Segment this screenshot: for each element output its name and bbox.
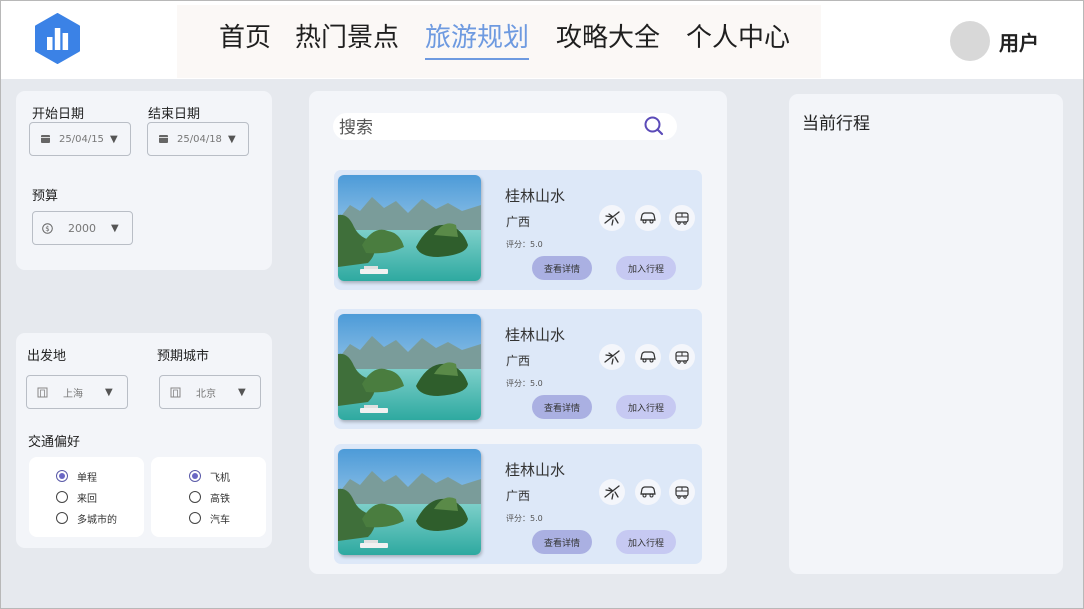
end-date-value: 25/04/18 (177, 133, 222, 145)
start-date-label: 开始日期 (32, 107, 85, 122)
caret-down-icon: ▼ (110, 133, 118, 145)
calendar-icon (159, 123, 168, 155)
add-to-itinerary-button[interactable]: 加入行程 (616, 530, 676, 554)
origin-select[interactable]: 上海 ▼ (26, 375, 128, 409)
attraction-title: 桂林山水 (505, 326, 566, 344)
search-bar (333, 113, 677, 142)
trip-type-multi-city[interactable]: 多城市的 (56, 510, 117, 526)
search-icon[interactable] (643, 115, 665, 141)
trip-type-label: 多城市的 (77, 514, 117, 526)
result-card[interactable]: 桂林山水 广西 评分：5.0 查看详情 加入行程 (334, 444, 702, 564)
result-card[interactable]: 桂林山水 广西 评分：5.0 查看详情 加入行程 (334, 309, 702, 429)
car-icon[interactable] (635, 479, 661, 505)
trip-type-group: 单程 来回 多城市的 (29, 457, 144, 537)
avatar[interactable] (950, 21, 990, 61)
mode-high-speed-rail[interactable]: 高铁 (189, 489, 230, 505)
car-icon[interactable] (635, 344, 661, 370)
result-card[interactable]: 桂林山水 广西 评分：5.0 查看详情 加入行程 (334, 170, 702, 290)
mode-plane[interactable]: 飞机 (189, 468, 230, 484)
svg-text:$: $ (45, 225, 49, 233)
mode-label: 汽车 (210, 514, 230, 526)
origin-label: 出发地 (27, 349, 67, 364)
trip-type-label: 单程 (77, 472, 97, 484)
car-icon[interactable] (635, 205, 661, 231)
radio-bus[interactable] (189, 512, 201, 524)
radio-one-way[interactable] (56, 470, 68, 482)
destination-label: 预期城市 (157, 349, 210, 364)
end-date-select[interactable]: 25/04/18 ▼ (147, 122, 249, 156)
plane-icon[interactable] (599, 479, 625, 505)
bus-icon[interactable] (669, 205, 695, 231)
view-details-button[interactable]: 查看详情 (532, 530, 592, 554)
transport-label: 交通偏好 (28, 435, 81, 450)
nav-personal-center[interactable]: 个人中心 (686, 19, 790, 57)
mode-bus[interactable]: 汽车 (189, 510, 230, 526)
currency-icon: $ (42, 212, 53, 244)
attraction-region: 广西 (506, 354, 531, 368)
attraction-photo[interactable] (338, 314, 481, 420)
origin-value: 上海 (63, 388, 83, 400)
nav-guides[interactable]: 攻略大全 (556, 19, 660, 57)
attraction-score: 评分：5.0 (506, 240, 543, 249)
plane-icon[interactable] (599, 344, 625, 370)
start-date-value: 25/04/15 (59, 133, 104, 145)
mode-label: 高铁 (210, 493, 230, 505)
caret-down-icon: ▼ (111, 222, 119, 234)
start-date-select[interactable]: 25/04/15 ▼ (29, 122, 131, 156)
radio-high-speed-rail[interactable] (189, 491, 201, 503)
attraction-region: 广西 (506, 489, 531, 503)
attraction-title: 桂林山水 (505, 461, 566, 479)
destination-value: 北京 (196, 388, 216, 400)
main-nav: 首页 热门景点 旅游规划 攻略大全 个人中心 (177, 5, 821, 78)
nav-home[interactable]: 首页 (219, 19, 271, 57)
caret-down-icon: ▼ (105, 386, 113, 398)
add-to-itinerary-button[interactable]: 加入行程 (616, 395, 676, 419)
destination-select[interactable]: 北京 ▼ (159, 375, 261, 409)
budget-select[interactable]: $ 2000 ▼ (32, 211, 133, 245)
caret-down-icon: ▼ (228, 133, 236, 145)
nav-popular-attractions[interactable]: 热门景点 (295, 19, 399, 57)
bus-icon[interactable] (669, 344, 695, 370)
itinerary-panel: 当前行程 (789, 94, 1063, 574)
attraction-photo[interactable] (338, 449, 481, 555)
logo-icon[interactable] (32, 13, 83, 64)
view-details-button[interactable]: 查看详情 (532, 395, 592, 419)
building-icon (37, 376, 48, 408)
budget-value: 2000 (68, 221, 96, 235)
end-date-label: 结束日期 (148, 107, 201, 122)
add-to-itinerary-button[interactable]: 加入行程 (616, 256, 676, 280)
view-details-button[interactable]: 查看详情 (532, 256, 592, 280)
budget-label: 预算 (32, 189, 59, 204)
transport-mode-group: 飞机 高铁 汽车 (151, 457, 266, 537)
plane-icon[interactable] (599, 205, 625, 231)
nav-travel-planning[interactable]: 旅游规划 (425, 19, 530, 60)
itinerary-title: 当前行程 (802, 114, 870, 134)
trip-type-one-way[interactable]: 单程 (56, 468, 97, 484)
mode-label: 飞机 (210, 472, 230, 484)
user-label[interactable]: 用户 (999, 27, 1039, 56)
building-icon (170, 376, 181, 408)
calendar-icon (41, 123, 50, 155)
attraction-region: 广西 (506, 215, 531, 229)
header: 首页 热门景点 旅游规划 攻略大全 个人中心 用户 (1, 1, 1083, 79)
date-budget-card: 开始日期 25/04/15 ▼ 结束日期 25/04/18 ▼ 预算 $ 200… (16, 91, 272, 270)
bus-icon[interactable] (669, 479, 695, 505)
attraction-title: 桂林山水 (505, 187, 566, 205)
trip-type-round-trip[interactable]: 来回 (56, 489, 97, 505)
radio-round-trip[interactable] (56, 491, 68, 503)
app-frame: 首页 热门景点 旅游规划 攻略大全 个人中心 用户 开始日期 25/04/15 … (0, 0, 1084, 609)
trip-type-label: 来回 (77, 493, 97, 505)
attraction-score: 评分：5.0 (506, 379, 543, 388)
search-input[interactable] (337, 113, 641, 142)
radio-plane[interactable] (189, 470, 201, 482)
attraction-photo[interactable] (338, 175, 481, 281)
attraction-score: 评分：5.0 (506, 514, 543, 523)
radio-multi-city[interactable] (56, 512, 68, 524)
caret-down-icon: ▼ (238, 386, 246, 398)
route-card: 出发地 上海 ▼ 预期城市 北京 ▼ 交通偏好 单程 来回 多城市的 飞机 高铁… (16, 333, 272, 548)
